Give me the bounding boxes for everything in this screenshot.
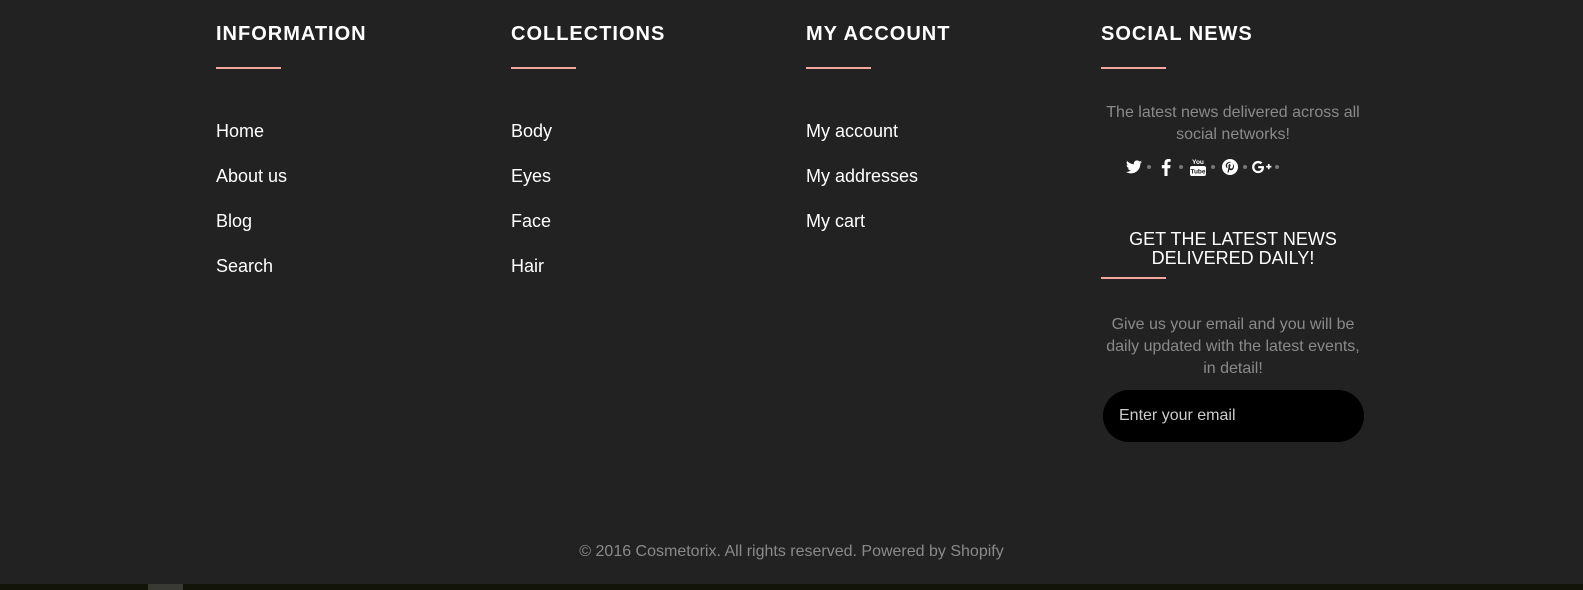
google-plus-icon-glyph [1252,160,1272,174]
newsletter-email-input[interactable] [1103,390,1364,442]
footer-link-my-account[interactable]: My account [806,121,898,141]
social-news-heading: SOCIAL NEWS [1101,23,1253,45]
svg-text:You: You [1192,159,1204,166]
list-item: Hair [511,253,552,298]
separator-dot [1243,165,1247,169]
list-item: My cart [806,208,918,253]
separator-dot [1179,165,1183,169]
footer-link-search[interactable]: Search [216,256,273,276]
list-item: My account [806,118,918,163]
facebook-icon-glyph [1161,158,1171,176]
social-icons: You Tube [1123,156,1283,178]
heading-underline [1101,277,1166,279]
footer-link-body[interactable]: Body [511,121,552,141]
collections-heading: COLLECTIONS [511,23,666,45]
bottom-tab[interactable] [148,584,183,590]
footer-link-my-cart[interactable]: My cart [806,211,865,231]
social-news-description: The latest news delivered across all soc… [1106,104,1360,143]
footer-link-home[interactable]: Home [216,121,264,141]
account-links: My account My addresses My cart [806,118,918,253]
facebook-icon[interactable] [1155,156,1177,178]
footer-link-about-us[interactable]: About us [216,166,287,186]
newsletter-description: Give us your email and you will be daily… [1106,316,1360,377]
separator-dot [1211,165,1215,169]
pinterest-icon[interactable] [1219,156,1241,178]
footer-link-hair[interactable]: Hair [511,256,544,276]
footer-link-my-addresses[interactable]: My addresses [806,166,918,186]
footer-link-blog[interactable]: Blog [216,211,252,231]
site-footer: INFORMATION Home About us Blog Search CO… [0,0,1583,590]
footer-link-face[interactable]: Face [511,211,551,231]
list-item: Body [511,118,552,163]
information-links: Home About us Blog Search [216,118,287,298]
heading-underline [511,67,576,69]
twitter-icon-glyph [1126,160,1142,174]
pinterest-icon-glyph [1222,159,1238,175]
my-account-heading: MY ACCOUNT [806,23,951,45]
newsletter-heading: GET THE LATEST NEWS DELIVERED DAILY! [1129,229,1337,268]
list-item: Face [511,208,552,253]
collections-links: Body Eyes Face Hair [511,118,552,298]
list-item: Home [216,118,287,163]
youtube-icon[interactable]: You Tube [1187,156,1209,178]
bottom-bar [0,584,1583,590]
heading-underline [216,67,281,69]
list-item: Blog [216,208,287,253]
list-item: About us [216,163,287,208]
footer-link-eyes[interactable]: Eyes [511,166,551,186]
google-plus-icon[interactable] [1251,156,1273,178]
youtube-icon-glyph: You Tube [1190,159,1206,176]
twitter-icon[interactable] [1123,156,1145,178]
copyright-text: © 2016 Cosmetorix. All rights reserved. … [579,543,1004,560]
heading-underline [806,67,871,69]
separator-dot [1147,165,1151,169]
separator-dot [1275,165,1279,169]
svg-text:Tube: Tube [1190,169,1205,176]
heading-underline [1101,67,1166,69]
list-item: Search [216,253,287,298]
list-item: My addresses [806,163,918,208]
list-item: Eyes [511,163,552,208]
information-heading: INFORMATION [216,23,367,45]
